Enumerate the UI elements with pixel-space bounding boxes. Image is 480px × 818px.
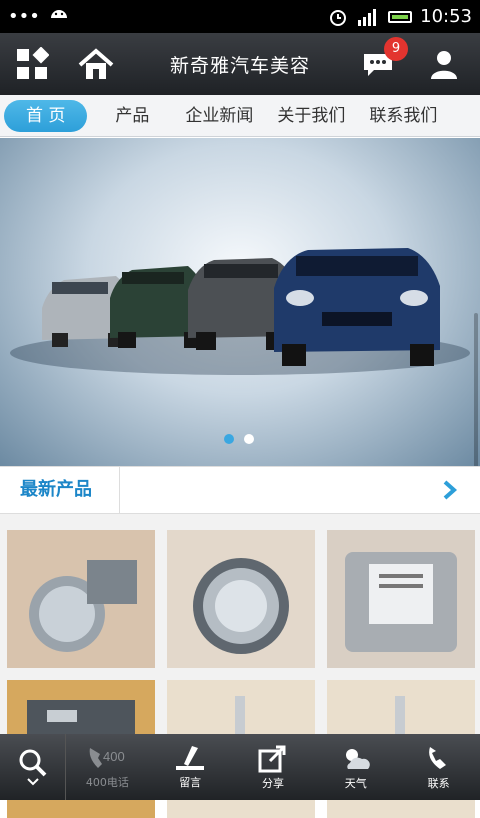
tab-home[interactable]: 首 页 <box>4 99 88 132</box>
tab-products[interactable]: 产品 <box>103 100 161 132</box>
weather-button[interactable]: 天气 <box>314 734 397 800</box>
lens-projector-image <box>193 558 289 654</box>
menu-grid-button[interactable] <box>0 33 64 95</box>
nav-tabs: 首 页 产品 企业新闻 关于我们 联系我们 <box>0 95 480 137</box>
product-item[interactable] <box>167 530 315 668</box>
banner-carousel[interactable] <box>0 138 480 466</box>
grid-icon <box>17 47 49 79</box>
message-label: 留言 <box>179 776 202 789</box>
home-icon <box>78 48 114 79</box>
signal-icon <box>358 8 377 26</box>
phone-400-icon-text: 400 <box>103 749 125 764</box>
ballast-module-image <box>345 552 457 652</box>
chevron-down-icon <box>26 778 39 786</box>
carousel-dot-1[interactable] <box>224 434 234 444</box>
call-label: 400电话 <box>85 776 129 789</box>
bottom-toolbar: 400 400电话 留言 分享 天气 联系 <box>0 734 480 800</box>
carousel-dot-2[interactable] <box>244 434 254 444</box>
call-400-button[interactable]: 400 400电话 <box>66 734 149 800</box>
notification-dots: ••• <box>8 6 40 27</box>
weather-label: 天气 <box>344 777 367 790</box>
share-label: 分享 <box>261 777 284 790</box>
latest-products-header: 最新产品 <box>0 466 480 514</box>
share-button[interactable]: 分享 <box>232 734 315 800</box>
product-grid <box>0 514 480 818</box>
battery-icon <box>388 10 413 23</box>
search-button[interactable] <box>0 734 66 800</box>
carousel-indicators <box>224 434 254 444</box>
product-item[interactable] <box>327 530 475 668</box>
clock: 10:53 <box>420 6 472 27</box>
user-icon <box>431 51 457 79</box>
message-count-badge: 9 <box>384 37 408 61</box>
contact-button[interactable]: 联系 <box>397 734 480 800</box>
headlight-projector-image <box>29 560 137 652</box>
product-item[interactable] <box>7 530 155 668</box>
phone-400-icon: 400 <box>90 748 125 768</box>
chevron-right-icon <box>443 480 458 500</box>
phone-icon <box>428 747 446 769</box>
tab-about[interactable]: 关于我们 <box>265 100 357 132</box>
cars-banner-image <box>10 248 470 375</box>
contact-label: 联系 <box>427 777 450 790</box>
status-bar: ••• 10:53 <box>0 0 480 33</box>
tab-news[interactable]: 企业新闻 <box>173 100 265 132</box>
search-icon <box>19 749 46 777</box>
weather-icon <box>345 749 370 769</box>
more-products-button[interactable] <box>442 479 458 505</box>
scrollbar[interactable] <box>474 313 478 466</box>
app-header: 新奇雅汽车美容 9 <box>0 33 480 95</box>
home-button[interactable] <box>64 33 128 95</box>
android-icon <box>50 9 67 18</box>
page-title: 新奇雅汽车美容 <box>169 54 310 77</box>
message-button[interactable]: 留言 <box>149 734 232 800</box>
alarm-icon <box>330 9 347 26</box>
pen-icon <box>176 746 205 770</box>
share-icon <box>258 745 286 773</box>
tab-contact[interactable]: 联系我们 <box>357 100 449 132</box>
user-button[interactable] <box>412 33 476 95</box>
section-title: 最新产品 <box>0 466 120 514</box>
